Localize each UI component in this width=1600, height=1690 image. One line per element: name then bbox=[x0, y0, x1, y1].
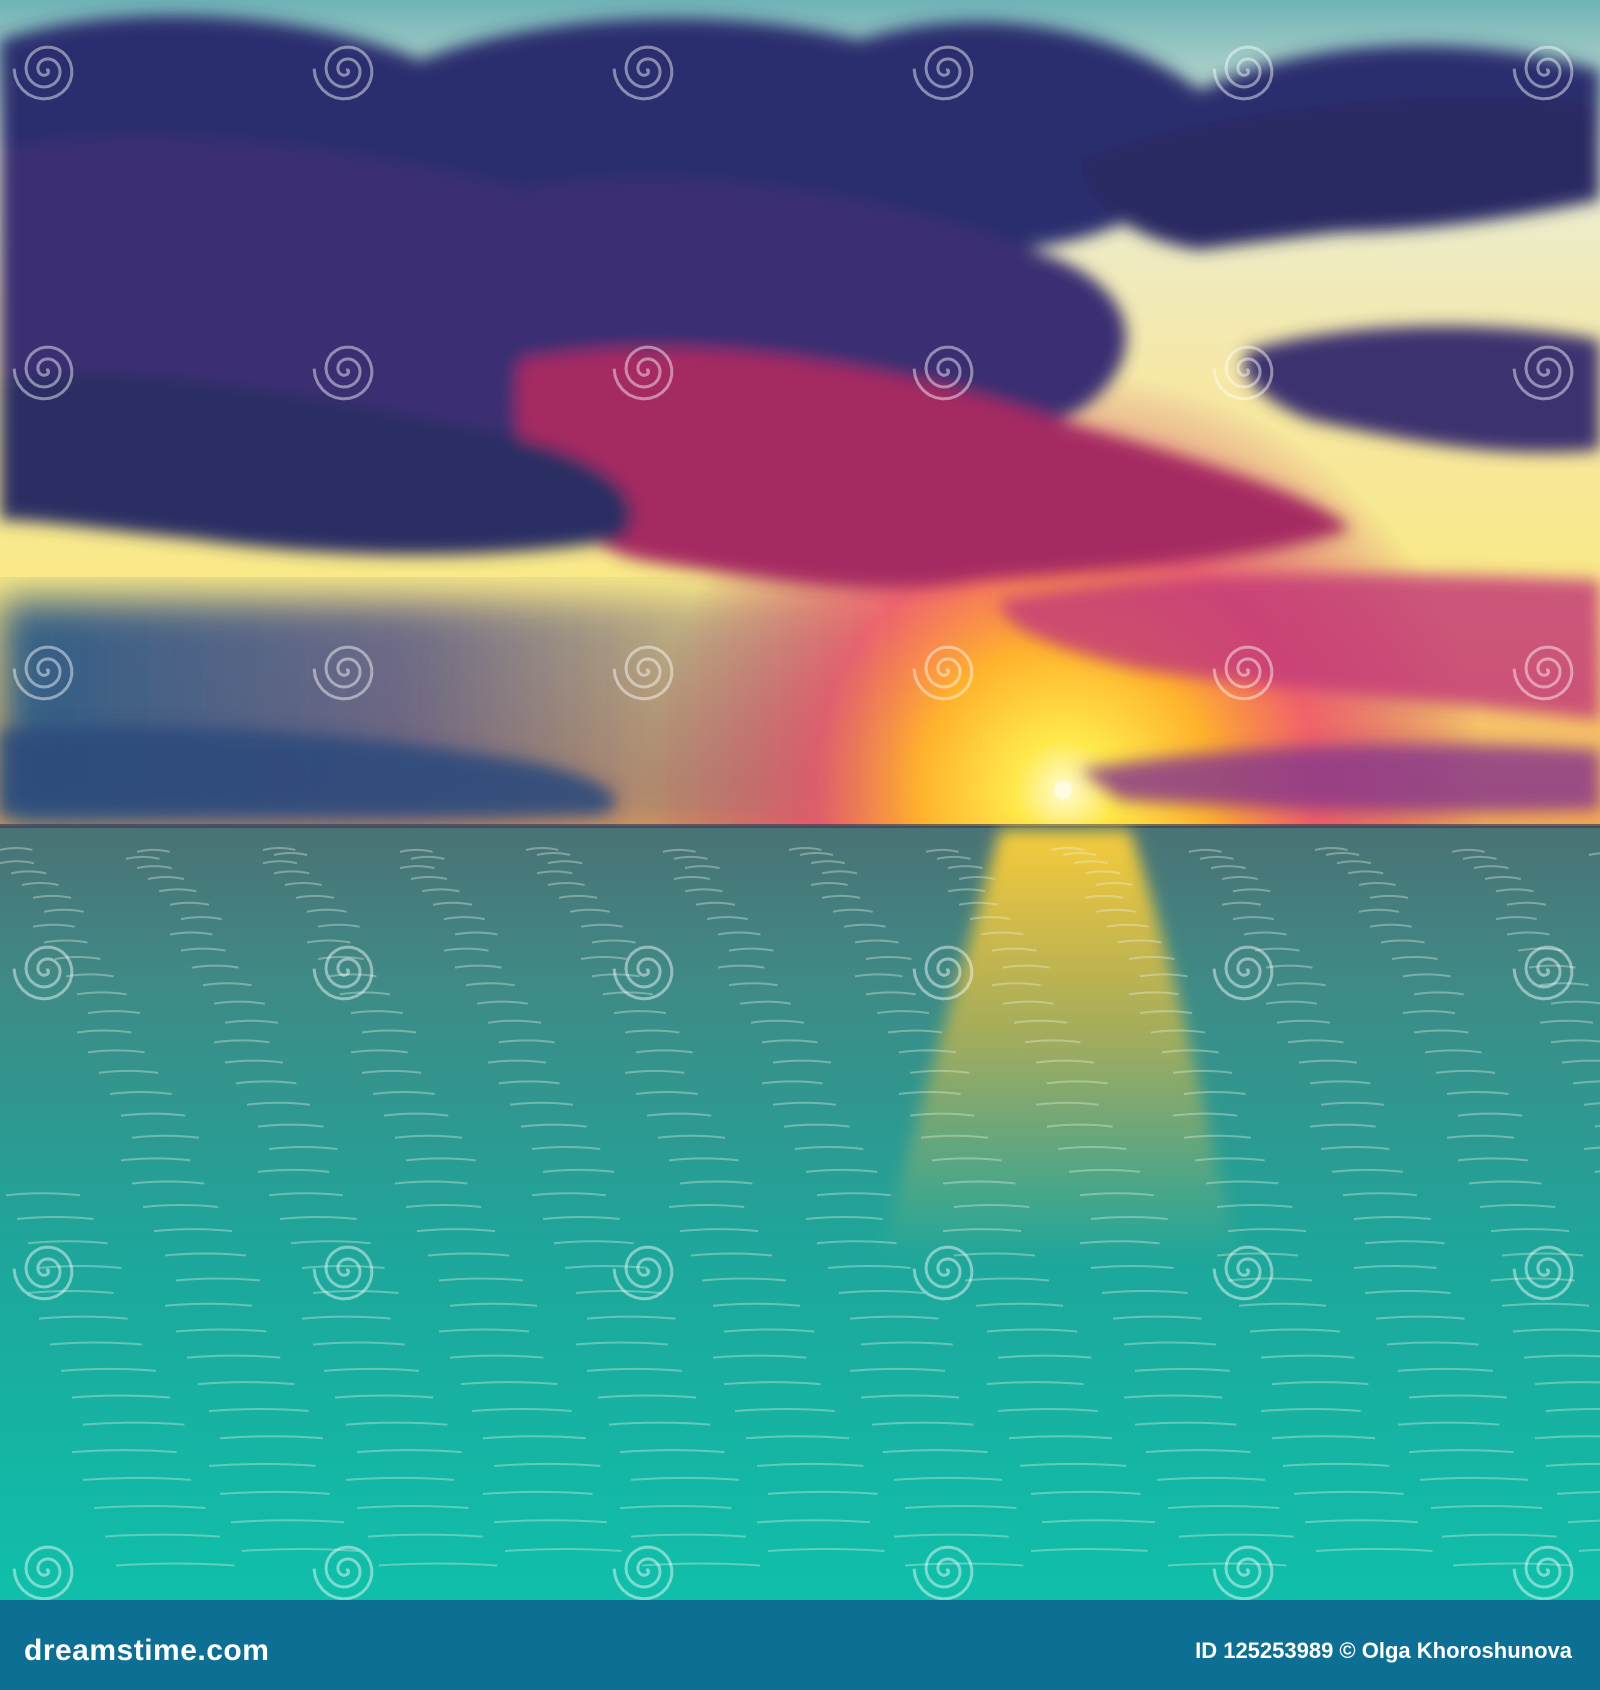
image-credit: ID 125253989 © Olga Khoroshunova bbox=[1195, 1638, 1572, 1663]
sunset-photo bbox=[0, 0, 1600, 1600]
seascape-image bbox=[0, 0, 1600, 1600]
horizon-line bbox=[0, 824, 1600, 828]
sea bbox=[0, 826, 1600, 1600]
stock-footer: dreamstime.com ID 125253989 © Olga Khoro… bbox=[0, 1600, 1600, 1690]
sun bbox=[1054, 781, 1072, 799]
site-name[interactable]: dreamstime.com bbox=[24, 1634, 269, 1668]
